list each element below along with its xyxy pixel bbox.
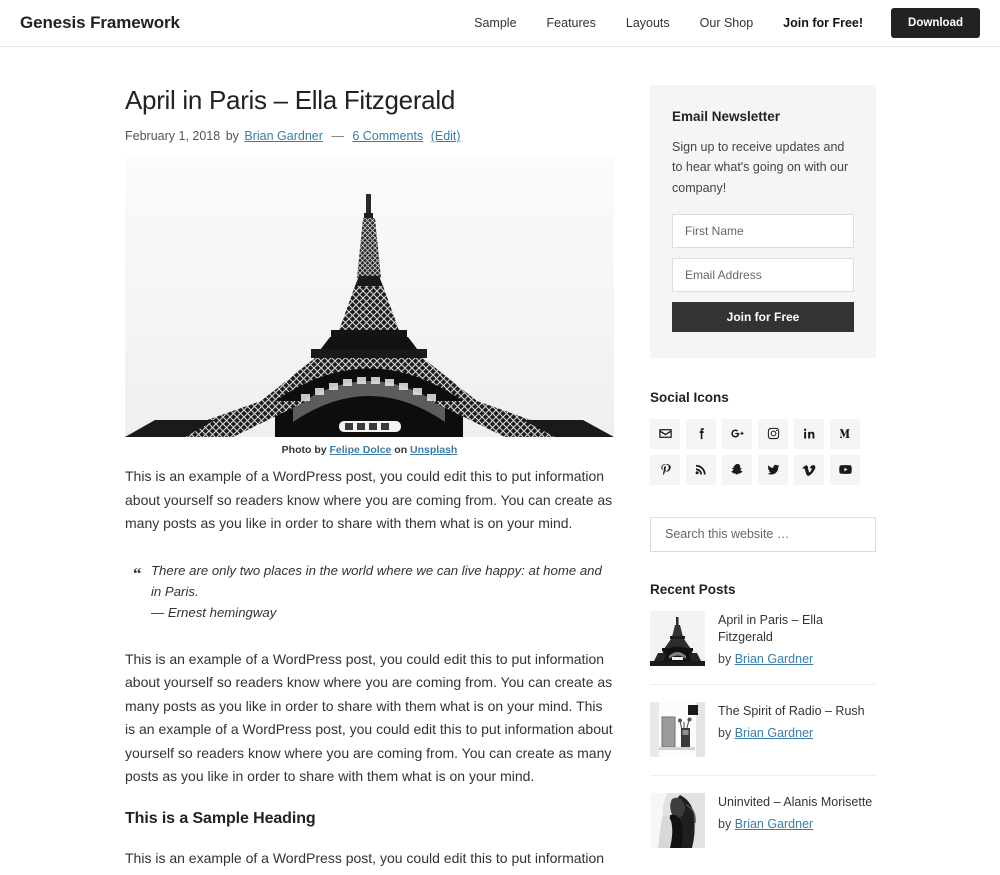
vimeo-icon[interactable] bbox=[794, 454, 824, 485]
recent-posts-title: Recent Posts bbox=[650, 581, 736, 597]
site-header: Genesis Framework Sample Features Layout… bbox=[0, 0, 1000, 47]
recent-post-title[interactable]: The Spirit of Radio – Rush bbox=[718, 703, 865, 720]
recent-post-byline: by Brian Gardner bbox=[718, 817, 872, 831]
by-label: by bbox=[718, 651, 732, 666]
recent-post-author-link[interactable]: Brian Gardner bbox=[735, 652, 814, 666]
download-button[interactable]: Download bbox=[891, 8, 980, 38]
google-plus-icon[interactable] bbox=[722, 418, 752, 449]
site-inner: April in Paris – Ella Fitzgerald Februar… bbox=[0, 47, 1000, 875]
caption-source-link[interactable]: Unsplash bbox=[410, 444, 457, 456]
email-icon[interactable] bbox=[650, 418, 680, 449]
first-name-input[interactable] bbox=[672, 213, 854, 248]
primary-navigation: Sample Features Layouts Our Shop Join fo… bbox=[459, 8, 980, 38]
caption-author-link[interactable]: Felipe Dolce bbox=[330, 444, 392, 456]
medium-icon[interactable] bbox=[830, 418, 860, 449]
recent-post-title[interactable]: April in Paris – Ella Fitzgerald bbox=[718, 612, 876, 646]
comments-link[interactable]: 6 Comments bbox=[352, 129, 423, 143]
pinterest-icon[interactable] bbox=[650, 454, 680, 485]
nav-item-our-shop[interactable]: Our Shop bbox=[685, 16, 769, 30]
email-address-input[interactable] bbox=[672, 257, 854, 292]
featured-image-figure: Photo by Felipe Dolce on Unsplash bbox=[125, 158, 614, 456]
social-icons-grid bbox=[650, 418, 876, 485]
entry-meta: February 1, 2018 by Brian Gardner — 6 Co… bbox=[125, 129, 614, 143]
nav-item-join-for-free[interactable]: Join for Free! bbox=[768, 16, 878, 30]
meta-separator: — bbox=[331, 129, 344, 144]
snapchat-icon[interactable] bbox=[722, 454, 752, 485]
social-icons-widget: Social Icons bbox=[650, 390, 876, 485]
post-date: February 1, 2018 bbox=[125, 129, 221, 144]
quote-citation: — Ernest hemingway bbox=[151, 605, 277, 621]
eiffel-tower-thumbnail bbox=[650, 610, 705, 666]
rss-icon[interactable] bbox=[686, 454, 716, 485]
list-item[interactable]: Uninvited – Alanis Morisette by Brian Ga… bbox=[650, 792, 876, 866]
search-widget bbox=[650, 516, 876, 552]
caption-on: on bbox=[394, 444, 408, 457]
site-title[interactable]: Genesis Framework bbox=[20, 13, 180, 33]
quote-mark-icon: “ bbox=[133, 563, 142, 583]
recent-posts-list: April in Paris – Ella Fitzgerald by Bria… bbox=[650, 610, 876, 866]
section-heading: This is a Sample Heading bbox=[125, 809, 316, 827]
paragraph-2: This is an example of a WordPress post, … bbox=[125, 650, 613, 785]
social-icons-title: Social Icons bbox=[650, 389, 729, 405]
nav-item-sample[interactable]: Sample bbox=[459, 16, 531, 30]
caption-prefix: Photo by bbox=[281, 444, 327, 457]
recent-posts-widget: Recent Posts April in Paris – Ella Fitzg… bbox=[650, 582, 876, 866]
eiffel-tower-image bbox=[125, 158, 614, 438]
recent-post-body: Uninvited – Alanis Morisette by Brian Ga… bbox=[718, 793, 872, 831]
image-caption: Photo by Felipe Dolce on Unsplash bbox=[125, 444, 614, 456]
recent-post-byline: by Brian Gardner bbox=[718, 726, 865, 740]
newsletter-widget: Email Newsletter Sign up to receive upda… bbox=[650, 85, 876, 358]
edit-link[interactable]: (Edit) bbox=[431, 129, 461, 143]
facebook-icon[interactable] bbox=[686, 418, 716, 449]
quote-text: There are only two places in the world w… bbox=[151, 562, 602, 600]
entry-content: This is an example of a WordPress post, … bbox=[125, 465, 614, 875]
by-label: by bbox=[718, 816, 732, 831]
paragraph-3: This is an example of a WordPress post, … bbox=[125, 849, 612, 875]
page-title: April in Paris – Ella Fitzgerald bbox=[125, 85, 455, 115]
pull-quote: “ There are only two places in the world… bbox=[125, 560, 614, 624]
join-for-free-button[interactable]: Join for Free bbox=[672, 301, 854, 332]
radio-thumbnail bbox=[650, 701, 705, 757]
sidebar: Email Newsletter Sign up to receive upda… bbox=[650, 85, 876, 875]
portrait-thumbnail bbox=[650, 792, 705, 848]
recent-post-title[interactable]: Uninvited – Alanis Morisette bbox=[718, 794, 872, 811]
nav-item-features[interactable]: Features bbox=[532, 16, 611, 30]
youtube-icon[interactable] bbox=[830, 454, 860, 485]
recent-post-author-link[interactable]: Brian Gardner bbox=[735, 726, 814, 740]
linkedin-icon[interactable] bbox=[794, 418, 824, 449]
recent-post-byline: by Brian Gardner bbox=[718, 652, 876, 666]
instagram-icon[interactable] bbox=[758, 418, 788, 449]
newsletter-description: Sign up to receive updates and to hear w… bbox=[672, 140, 849, 195]
nav-item-layouts[interactable]: Layouts bbox=[611, 16, 685, 30]
post-author-link[interactable]: Brian Gardner bbox=[244, 129, 323, 143]
list-item[interactable]: April in Paris – Ella Fitzgerald by Bria… bbox=[650, 610, 876, 685]
newsletter-title: Email Newsletter bbox=[672, 109, 781, 124]
paragraph-1: This is an example of a WordPress post, … bbox=[125, 468, 613, 532]
recent-post-body: April in Paris – Ella Fitzgerald by Bria… bbox=[718, 611, 876, 666]
twitter-icon[interactable] bbox=[758, 454, 788, 485]
main-content: April in Paris – Ella Fitzgerald Februar… bbox=[125, 85, 614, 875]
by-label: by bbox=[718, 725, 732, 740]
list-item[interactable]: The Spirit of Radio – Rush by Brian Gard… bbox=[650, 701, 876, 776]
recent-post-body: The Spirit of Radio – Rush by Brian Gard… bbox=[718, 702, 865, 740]
by-label: by bbox=[225, 129, 239, 144]
search-input[interactable] bbox=[650, 516, 876, 552]
recent-post-author-link[interactable]: Brian Gardner bbox=[735, 817, 814, 831]
